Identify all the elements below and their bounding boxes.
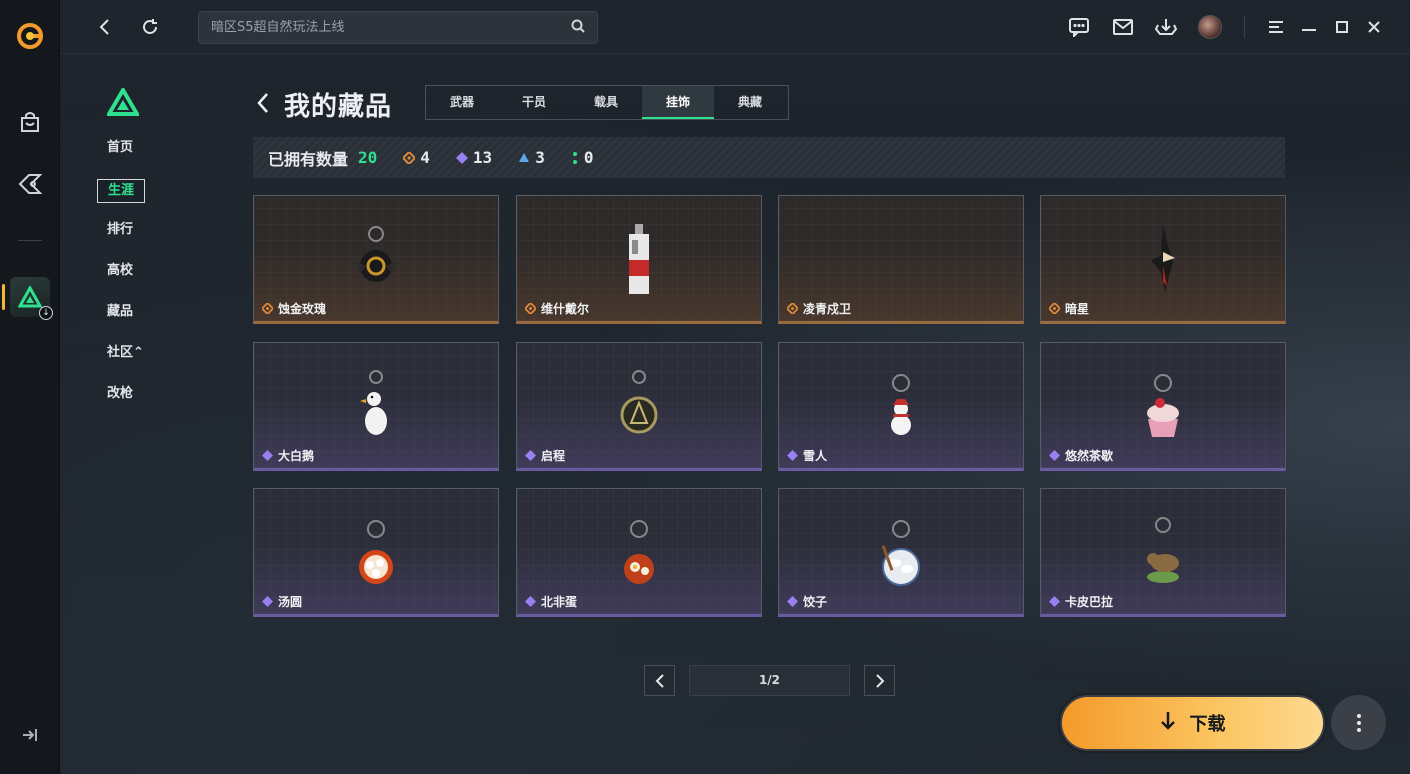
app-logo-icon[interactable] xyxy=(0,22,60,50)
section-nav: 首页 生涯 排行 高校 藏品 社区⌃ 改枪 xyxy=(96,86,196,425)
item-name: 凌青戍卫 xyxy=(803,302,852,316)
nav-item-ranking[interactable]: 排行 xyxy=(96,220,196,261)
shakshuka-charm-icon xyxy=(617,515,661,591)
tab-weapons[interactable]: 武器 xyxy=(426,86,498,119)
purple-count: 13 xyxy=(455,148,492,167)
dark-star-charm-icon xyxy=(1143,222,1183,302)
item-name: 北非蛋 xyxy=(541,595,578,609)
back-icon[interactable] xyxy=(92,14,118,40)
game-logo-icon xyxy=(105,86,141,118)
snowman-charm-icon xyxy=(881,369,921,445)
item-name: 蚀金玫瑰 xyxy=(278,302,327,316)
next-page-button[interactable] xyxy=(864,665,895,696)
capybara-charm-icon xyxy=(1139,515,1187,591)
cupcake-charm-icon xyxy=(1138,369,1188,445)
store-bag-icon[interactable] xyxy=(0,110,60,134)
nav-item-home[interactable]: 首页 xyxy=(96,138,196,179)
item-name: 维什戴尔 xyxy=(541,302,590,316)
purple-quality-icon xyxy=(455,151,468,164)
green-count: 0 xyxy=(571,148,593,167)
tab-vehicles[interactable]: 载具 xyxy=(570,86,642,119)
tab-collectibles[interactable]: 典藏 xyxy=(714,86,786,119)
owned-total: 20 xyxy=(358,148,378,167)
minimize-icon[interactable] xyxy=(1296,14,1322,40)
topbar-divider xyxy=(1244,16,1245,38)
download-button[interactable]: 下载 xyxy=(1060,695,1325,751)
arrow-down-icon xyxy=(1160,711,1176,736)
owned-label: 已拥有数量 xyxy=(268,149,349,169)
item-name: 悠然茶歇 xyxy=(1065,449,1114,463)
left-rail: ↓ xyxy=(0,0,60,774)
item-name: 雪人 xyxy=(803,449,828,463)
collection-card[interactable]: 北非蛋 xyxy=(516,488,762,617)
collection-card[interactable]: 维什戴尔 xyxy=(516,195,762,324)
download-label: 下载 xyxy=(1189,714,1226,735)
nav-item-career[interactable]: 生涯 xyxy=(96,179,196,220)
blue-count: 3 xyxy=(518,148,545,167)
game-tile-icon[interactable]: ↓ xyxy=(0,277,60,320)
prev-page-button[interactable] xyxy=(644,665,675,696)
page-indicator: 1/2 xyxy=(689,665,850,696)
blue-quality-icon xyxy=(519,152,530,162)
top-bar xyxy=(60,0,1410,54)
download-manager-icon[interactable] xyxy=(1153,14,1179,40)
collection-card[interactable]: 凌青戍卫 xyxy=(778,195,1024,324)
owned-stats-bar: 已拥有数量 20 4 13 3 0 xyxy=(253,137,1285,178)
search-input[interactable] xyxy=(211,20,551,35)
tab-operators[interactable]: 干员 xyxy=(498,86,570,119)
item-name: 暗星 xyxy=(1065,302,1090,316)
collection-card[interactable]: 饺子 xyxy=(778,488,1024,617)
tag-charm-icon xyxy=(619,222,659,302)
collection-card[interactable]: 卡皮巴拉 xyxy=(1040,488,1286,617)
close-icon[interactable] xyxy=(1361,14,1387,40)
tab-charms[interactable]: 挂饰 xyxy=(642,86,714,119)
menu-icon[interactable] xyxy=(1263,14,1289,40)
page-back-icon[interactable] xyxy=(256,92,272,113)
collection-card[interactable]: 大白鹅 xyxy=(253,342,499,471)
maximize-icon[interactable] xyxy=(1329,14,1355,40)
goose-charm-icon xyxy=(356,369,396,445)
rose-charm-icon xyxy=(346,222,406,296)
collection-grid: 蚀金玫瑰 维什戴尔 凌青戍卫 暗星 大白鹅 启程 雪人 悠然茶歇 汤圆 北非蛋 … xyxy=(253,195,1286,617)
green-quality-icon xyxy=(572,151,577,164)
category-tabs: 武器 干员 载具 挂饰 典藏 xyxy=(425,85,789,120)
chat-icon[interactable] xyxy=(1066,14,1092,40)
search-icon[interactable] xyxy=(571,18,585,37)
collection-card[interactable]: 启程 xyxy=(516,342,762,471)
item-name: 汤圆 xyxy=(278,595,303,609)
collapse-icon[interactable] xyxy=(0,726,60,744)
avatar[interactable] xyxy=(1198,15,1222,39)
refresh-icon[interactable] xyxy=(137,14,163,40)
nav-item-gunsmith[interactable]: 改枪 xyxy=(96,384,196,425)
item-name: 大白鹅 xyxy=(278,449,315,463)
collection-card[interactable]: 暗星 xyxy=(1040,195,1286,324)
tangyuan-charm-icon xyxy=(354,515,398,591)
nav-item-community[interactable]: 社区⌃ xyxy=(96,343,196,384)
collection-card[interactable]: 悠然茶歇 xyxy=(1040,342,1286,471)
nav-item-collection[interactable]: 藏品 xyxy=(96,302,196,343)
vertical-dots-icon xyxy=(1356,713,1361,732)
download-badge-icon: ↓ xyxy=(39,306,53,320)
search-box[interactable] xyxy=(198,11,598,44)
page-title: 我的藏品 xyxy=(284,92,393,122)
main-area: 首页 生涯 排行 高校 藏品 社区⌃ 改枪 我的藏品 武器 干员 载具 挂饰 典… xyxy=(60,0,1410,774)
collection-card[interactable]: 汤圆 xyxy=(253,488,499,617)
chevron-right-icon xyxy=(875,673,884,688)
collection-card[interactable]: 雪人 xyxy=(778,342,1024,471)
mail-icon[interactable] xyxy=(1110,14,1136,40)
item-name: 启程 xyxy=(541,449,566,463)
gold-quality-icon xyxy=(403,151,416,164)
games-icon[interactable] xyxy=(0,172,60,196)
collection-card[interactable]: 蚀金玫瑰 xyxy=(253,195,499,324)
item-name: 饺子 xyxy=(803,595,828,609)
chevron-left-icon xyxy=(655,673,664,688)
rail-divider xyxy=(18,240,42,241)
item-name: 卡皮巴拉 xyxy=(1065,595,1114,609)
more-options-button[interactable] xyxy=(1331,695,1386,750)
dumpling-charm-icon xyxy=(877,515,925,591)
medallion-charm-icon xyxy=(617,369,661,445)
nav-item-college[interactable]: 高校 xyxy=(96,261,196,302)
gold-count: 4 xyxy=(403,148,430,167)
